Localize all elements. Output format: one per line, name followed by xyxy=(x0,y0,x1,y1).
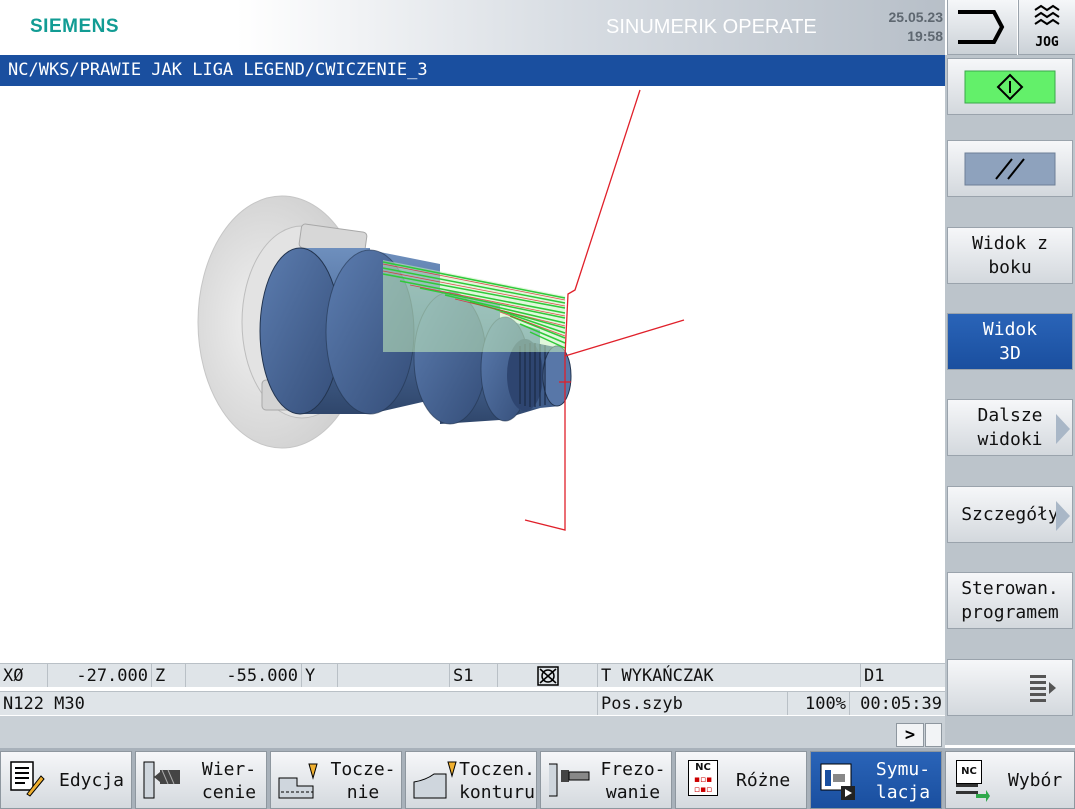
program-control-button[interactable]: Sterowan. programem xyxy=(947,572,1073,629)
tab-symulacja-label-1: Symu- xyxy=(875,759,931,780)
tab-edycja-label: Edycja xyxy=(59,770,125,791)
tab-toczenie[interactable]: Tocze- nie xyxy=(270,751,402,809)
program-path: NC/WKS/PRAWIE JAK LIGA LEGEND/CWICZENIE_… xyxy=(0,55,945,86)
z-axis-label: Z xyxy=(152,664,186,687)
tab-toczenie-label-1: Tocze- xyxy=(330,759,396,780)
milling-icon xyxy=(549,763,590,797)
tab-toczenie-konturu-label-1: Toczen. xyxy=(459,759,535,780)
tool-name: T WYKAŃCZAK xyxy=(598,664,861,687)
time-label: 19:58 xyxy=(907,28,943,44)
tab-frezowanie[interactable]: Frezo- wanie xyxy=(540,751,672,809)
program-status-row: N122 M30 Pos.szyb 100% 00:05:39 xyxy=(0,691,945,715)
tab-symulacja-label-2: lacja xyxy=(875,782,931,803)
select-nc-icon: NC xyxy=(956,760,982,784)
axis-status-row: XØ -27.000 Z -55.000 Y S1 T WYKAŃCZAK D1 xyxy=(0,663,945,687)
tab-wybor-label: Wybór xyxy=(1008,770,1063,791)
spindle-status xyxy=(498,664,598,687)
feed-mode: Pos.szyb xyxy=(598,692,788,715)
removed-material-paths xyxy=(382,260,566,352)
y-axis-label: Y xyxy=(302,664,338,687)
cycle-start-icon xyxy=(964,70,1056,103)
misc-icon: NC ▪▫▪ ▫▪▫ xyxy=(688,760,718,796)
details-button[interactable]: Szczegóły xyxy=(947,486,1073,543)
channel-switch-icon xyxy=(958,10,1005,44)
more-views-label-1: Dalsze xyxy=(977,404,1043,426)
cycle-start-button[interactable] xyxy=(947,58,1073,115)
list-expand-icon xyxy=(1030,674,1056,702)
edit-icon xyxy=(10,761,45,797)
program-control-label-2: programem xyxy=(961,601,1059,623)
simulation-view[interactable] xyxy=(0,86,945,663)
tab-toczenie-konturu[interactable]: Toczen. konturu xyxy=(405,751,537,809)
date-time: 25.05.23 19:58 xyxy=(889,8,944,46)
tab-edycja[interactable]: Edycja xyxy=(0,751,132,809)
drilling-icon xyxy=(143,761,180,799)
tab-rozne-label: Różne xyxy=(736,770,791,791)
z-axis-value: -55.000 xyxy=(186,664,302,687)
channel-switch-button[interactable] xyxy=(947,0,1017,55)
tab-symulacja-label: Symu- lacja xyxy=(867,758,939,804)
side-view-label-2: boku xyxy=(988,256,1032,278)
stop-toggle-button[interactable] xyxy=(947,140,1073,197)
status-filler xyxy=(0,716,945,748)
more-views-button[interactable]: Dalsze widoki xyxy=(947,399,1073,456)
tab-toczenie-label-2: nie xyxy=(346,782,380,803)
simulation-icon xyxy=(820,763,855,800)
tab-rozne[interactable]: NC ▪▫▪ ▫▪▫ Różne xyxy=(675,751,807,809)
scroll-softkeys-button[interactable] xyxy=(947,659,1073,716)
current-block: N122 M30 xyxy=(0,692,598,715)
tool-offset: D1 xyxy=(864,666,885,686)
run-time: 00:05:39 xyxy=(860,694,942,714)
tab-wiercenie-label-2: cenie xyxy=(201,782,257,803)
tab-toczenie-konturu-label-2: konturu xyxy=(459,782,535,803)
3d-view-label-1: Widok xyxy=(982,318,1038,340)
3d-view-button[interactable]: Widok 3D xyxy=(947,313,1073,370)
tab-toczenie-konturu-label: Toczen. konturu xyxy=(458,758,536,804)
side-view-label-1: Widok z xyxy=(972,232,1048,254)
tab-wybor[interactable]: NC Wybór xyxy=(945,751,1075,809)
product-name: SINUMERIK OPERATE xyxy=(606,16,817,38)
program-control-label-1: Sterowan. xyxy=(961,577,1059,599)
tab-wiercenie-label: Wier- cenie xyxy=(194,758,264,804)
side-view-button[interactable]: Widok z boku xyxy=(947,227,1073,284)
tab-frezowanie-label: Frezo- wanie xyxy=(597,758,669,804)
select-arrow-icon xyxy=(956,784,990,802)
siemens-logo: SIEMENS xyxy=(30,16,120,37)
tab-frezowanie-label-2: wanie xyxy=(605,782,661,803)
jog-icon xyxy=(1034,4,1060,26)
tab-frezowanie-label-1: Frezo- xyxy=(600,759,666,780)
tab-toczenie-label: Tocze- nie xyxy=(327,758,399,804)
more-views-label-2: widoki xyxy=(977,428,1043,450)
spindle-label: S1 xyxy=(450,664,498,687)
x-axis-value: -27.000 xyxy=(48,664,152,687)
jog-mode-button[interactable]: JOG xyxy=(1018,0,1075,55)
more-button-blank xyxy=(925,723,942,747)
contour-turning-icon xyxy=(413,761,457,799)
submenu-arrow-icon xyxy=(1056,501,1070,531)
jog-label: JOG xyxy=(1035,35,1059,50)
tab-wiercenie[interactable]: Wier- cenie xyxy=(135,751,267,809)
tab-symulacja[interactable]: Symu- lacja xyxy=(810,751,942,809)
double-slash-icon xyxy=(964,152,1056,185)
simulation-3d-render xyxy=(197,89,685,531)
details-label: Szczegóły xyxy=(961,503,1059,525)
tab-wiercenie-label-1: Wier- xyxy=(201,759,257,780)
more-button[interactable]: > xyxy=(896,723,924,747)
x-axis-label: XØ xyxy=(0,664,48,687)
misc-nc-badge: NC xyxy=(695,762,711,773)
3d-view-label-2: 3D xyxy=(999,342,1021,364)
date-label: 25.05.23 xyxy=(888,9,944,25)
vertical-softkeys: Widok z boku Widok 3D Dalsze widoki Szcz… xyxy=(945,55,1075,745)
spindle-stop-icon xyxy=(537,666,559,686)
misc-grid-icon: ▪▫▪ ▫▪▫ xyxy=(693,775,713,795)
app-header: SIEMENS SINUMERIK OPERATE 25.05.23 19:58 xyxy=(0,0,945,55)
submenu-arrow-icon xyxy=(1056,414,1070,444)
turning-icon xyxy=(278,763,318,799)
override-value: 100% xyxy=(788,692,850,715)
y-axis-value xyxy=(338,664,450,687)
